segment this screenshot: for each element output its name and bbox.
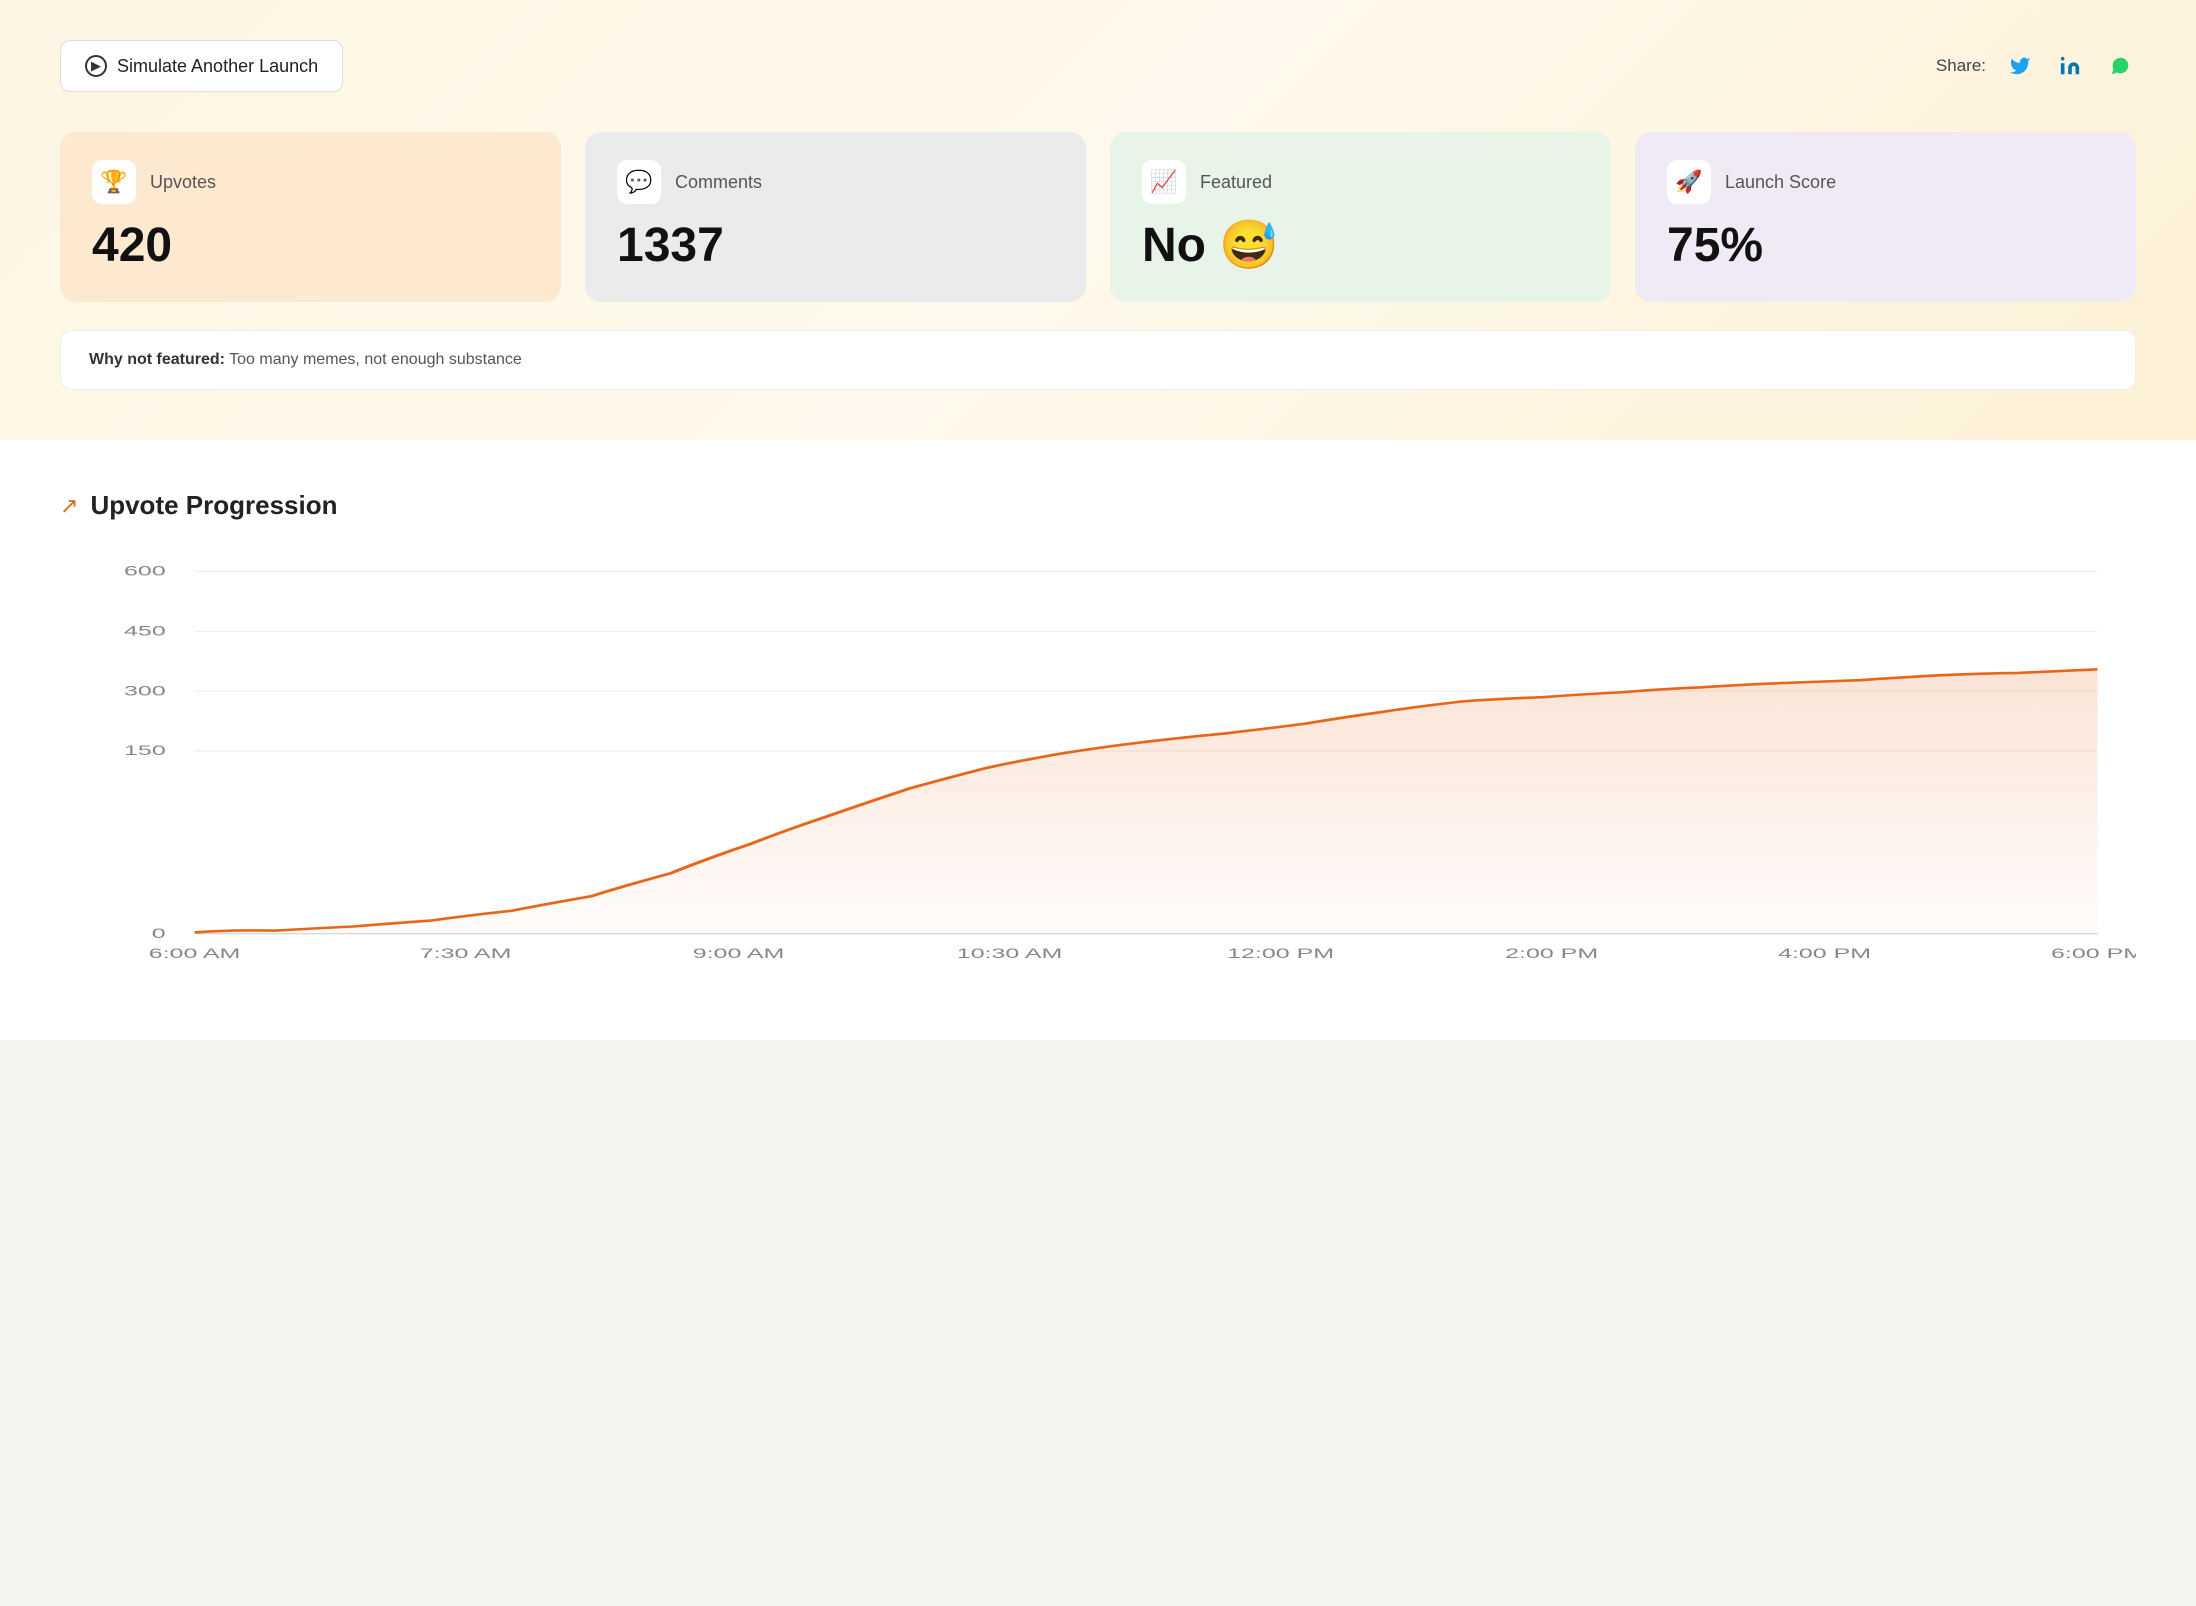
comments-label: Comments bbox=[675, 172, 762, 193]
share-label: Share: bbox=[1936, 56, 1986, 76]
svg-text:300: 300 bbox=[124, 684, 166, 699]
chart-svg: 600 450 300 150 0 6:00 AM 7:30 AM 9:00 A… bbox=[60, 561, 2136, 981]
svg-text:6:00 PM: 6:00 PM bbox=[2051, 946, 2136, 961]
comments-value: 1337 bbox=[617, 222, 1054, 270]
comments-icon-wrap: 💬 bbox=[617, 160, 661, 204]
trophy-icon: 🏆 bbox=[100, 169, 127, 195]
featured-label: Featured bbox=[1200, 172, 1272, 193]
score-icon-wrap: 🚀 bbox=[1667, 160, 1711, 204]
comment-icon: 💬 bbox=[625, 169, 652, 195]
card-upvotes-header: 🏆 Upvotes bbox=[92, 160, 529, 204]
play-circle-icon: ▶ bbox=[85, 55, 107, 77]
upvotes-value: 420 bbox=[92, 222, 529, 270]
upvotes-label: Upvotes bbox=[150, 172, 216, 193]
card-score-header: 🚀 Launch Score bbox=[1667, 160, 2104, 204]
top-bar: ▶ Simulate Another Launch Share: bbox=[60, 40, 2136, 92]
card-upvotes: 🏆 Upvotes 420 bbox=[60, 132, 561, 302]
svg-text:600: 600 bbox=[124, 564, 166, 579]
chart-arrow-icon: ↗ bbox=[60, 493, 78, 519]
svg-text:2:00 PM: 2:00 PM bbox=[1505, 946, 1598, 961]
featured-value: No 😅 bbox=[1142, 222, 1579, 270]
score-label: Launch Score bbox=[1725, 172, 1836, 193]
simulate-button[interactable]: ▶ Simulate Another Launch bbox=[60, 40, 343, 92]
why-reason: Too many memes, not enough substance bbox=[229, 351, 522, 368]
svg-text:150: 150 bbox=[124, 744, 166, 759]
upvotes-icon-wrap: 🏆 bbox=[92, 160, 136, 204]
svg-text:7:30 AM: 7:30 AM bbox=[420, 946, 512, 961]
trending-icon: 📈 bbox=[1150, 169, 1177, 195]
rocket-icon: 🚀 bbox=[1675, 169, 1702, 195]
card-comments: 💬 Comments 1337 bbox=[585, 132, 1086, 302]
share-area: Share: bbox=[1936, 50, 2136, 82]
svg-text:12:00 PM: 12:00 PM bbox=[1227, 946, 1334, 961]
twitter-share-button[interactable] bbox=[2004, 50, 2036, 82]
whatsapp-share-button[interactable] bbox=[2104, 50, 2136, 82]
chart-container: 600 450 300 150 0 6:00 AM 7:30 AM 9:00 A… bbox=[60, 561, 2136, 981]
svg-text:9:00 AM: 9:00 AM bbox=[693, 946, 785, 961]
top-section: ▶ Simulate Another Launch Share: bbox=[0, 0, 2196, 440]
svg-text:0: 0 bbox=[152, 926, 166, 941]
svg-text:10:30 AM: 10:30 AM bbox=[957, 946, 1063, 961]
card-featured-header: 📈 Featured bbox=[1142, 160, 1579, 204]
svg-text:450: 450 bbox=[124, 624, 166, 639]
svg-text:6:00 AM: 6:00 AM bbox=[149, 946, 241, 961]
card-launch-score: 🚀 Launch Score 75% bbox=[1635, 132, 2136, 302]
svg-text:4:00 PM: 4:00 PM bbox=[1778, 946, 1871, 961]
chart-header: ↗ Upvote Progression bbox=[60, 490, 2136, 521]
card-featured: 📈 Featured No 😅 bbox=[1110, 132, 1611, 302]
card-comments-header: 💬 Comments bbox=[617, 160, 1054, 204]
cards-row: 🏆 Upvotes 420 💬 Comments 1337 📈 Feat bbox=[60, 132, 2136, 302]
linkedin-share-button[interactable] bbox=[2054, 50, 2086, 82]
bottom-section: ↗ Upvote Progression 600 450 bbox=[0, 440, 2196, 1040]
score-value: 75% bbox=[1667, 222, 2104, 270]
simulate-button-label: Simulate Another Launch bbox=[117, 56, 318, 77]
chart-title: Upvote Progression bbox=[90, 490, 337, 521]
why-label: Why not featured: bbox=[89, 351, 225, 368]
why-not-featured-box: Why not featured: Too many memes, not en… bbox=[60, 330, 2136, 390]
featured-icon-wrap: 📈 bbox=[1142, 160, 1186, 204]
